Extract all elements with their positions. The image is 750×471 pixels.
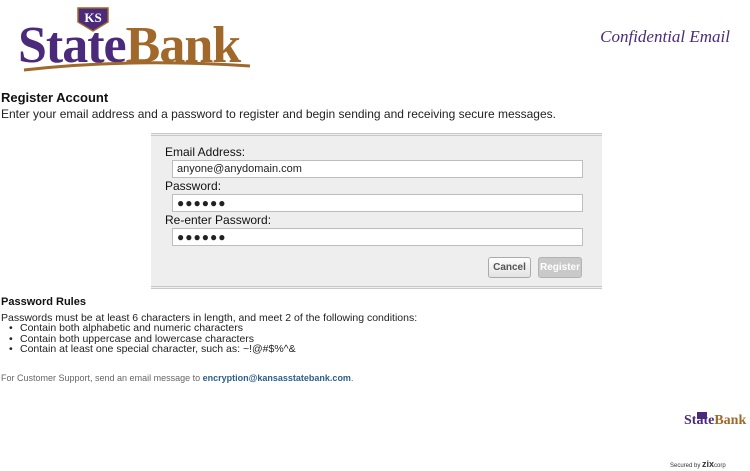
secured-by-text: Secured by [670,463,701,469]
zix-logo-text: zix [702,459,715,469]
register-button[interactable]: Register [538,257,582,278]
email-field[interactable] [172,160,583,178]
confidential-email-title: Confidential Email [600,27,730,46]
support-email-link[interactable]: encryption@kansasstatebank.com [203,373,351,383]
reenter-password-label: Re-enter Password: [165,213,272,227]
password-label: Password: [165,179,222,193]
support-prefix: For Customer Support, send an email mess… [1,373,203,383]
cancel-button[interactable]: Cancel [488,257,531,278]
page-intro-text: Enter your email address and a password … [1,107,556,121]
password-field[interactable] [172,194,583,212]
secured-by-zixcorp: Secured by zixcorp [670,459,726,469]
list-item: Contain both alphabetic and numeric char… [9,323,296,334]
footer-bank-logo: StateBank [684,413,746,429]
reenter-password-field[interactable] [172,228,583,246]
footer-logo-state: State [684,413,715,428]
password-rules-list: Contain both alphabetic and numeric char… [9,323,296,355]
support-period: . [350,373,354,383]
corp-logo-text: corp [714,463,726,469]
password-rules-heading: Password Rules [1,296,86,308]
list-item: Contain at least one special character, … [9,344,296,355]
page-title: Register Account [1,90,109,105]
bank-logo: KS StateBank [18,6,258,76]
footer-logo-bank: Bank [714,413,747,428]
support-text: For Customer Support, send an email mess… [1,373,353,383]
register-form-panel: Email Address: Password: Re-enter Passwo… [151,133,602,289]
email-label: Email Address: [165,145,246,159]
logo-swoosh-icon [23,61,251,72]
